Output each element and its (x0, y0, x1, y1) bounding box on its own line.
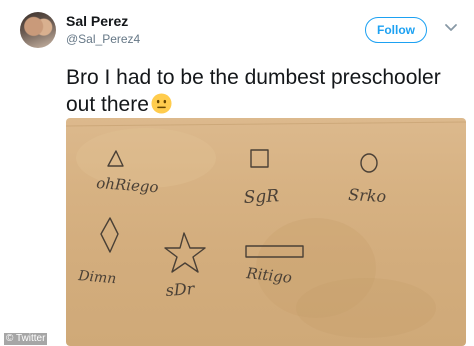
diamond-label: Dimn (77, 268, 117, 287)
tweet-text-line-2: out there (66, 91, 466, 118)
triangle-label: ohRiego (96, 174, 159, 196)
neutral-face-emoji-icon (151, 93, 172, 114)
circle-drawing (360, 153, 378, 173)
square-drawing (250, 149, 269, 168)
display-name[interactable]: Sal Perez (66, 12, 140, 30)
user-block[interactable]: Sal Perez @Sal_Perez4 (66, 12, 140, 47)
square-label: SgR (243, 186, 280, 208)
star-drawing (164, 232, 206, 273)
circle-label: Srko (348, 185, 387, 206)
tweet-photo[interactable]: ohRiego SgR Srko Dimn sDr Ritigo (66, 118, 466, 346)
watermark: © Twitter (4, 333, 48, 345)
rectangle-label: Ritigo (245, 264, 293, 287)
tweet-card: Sal Perez @Sal_Perez4 Follow Bro I had t… (0, 0, 474, 346)
star-label: sDr (165, 279, 196, 300)
chevron-down-icon[interactable] (444, 21, 458, 35)
tweet-text-line-1: Bro I had to be the dumbest preschooler (66, 66, 441, 89)
avatar[interactable] (20, 12, 56, 48)
follow-button[interactable]: Follow (365, 17, 427, 43)
diamond-drawing (100, 217, 119, 253)
user-handle[interactable]: @Sal_Perez4 (66, 31, 140, 47)
tweet-text: Bro I had to be the dumbest preschooler … (66, 64, 466, 118)
worksheet-drawing: ohRiego SgR Srko Dimn sDr Ritigo (66, 121, 466, 338)
tweet-text-line-2-text: out there (66, 93, 149, 116)
